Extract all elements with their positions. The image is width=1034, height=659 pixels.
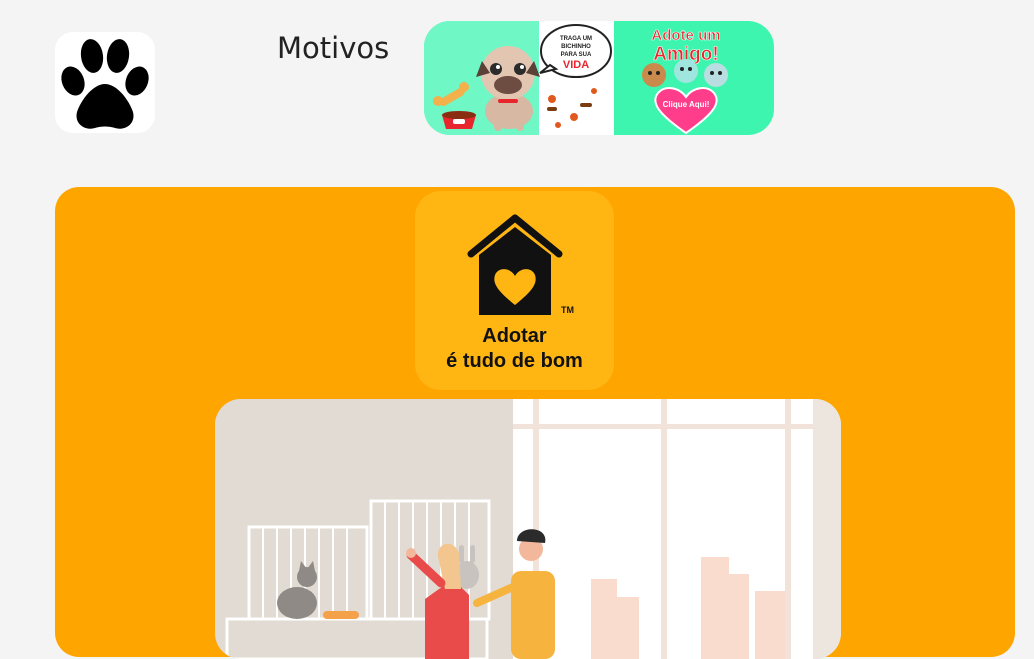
shelter-scene (215, 399, 841, 659)
banner-illustration: TRAGA UM BICHINHO PARA SUA VIDA Adote um… (424, 21, 774, 135)
banner-title-line-1: Adote um (651, 27, 720, 44)
adoption-card: TM Adotar é tudo de bom (55, 187, 1015, 659)
banner-cta: Clique Aqui! (663, 100, 710, 109)
speech-line-1: TRAGA UM (560, 36, 592, 42)
animal-heads (642, 59, 728, 87)
paw-icon (55, 32, 155, 133)
trademark-mark: TM (561, 305, 574, 315)
speech-line-2: BICHINHO (561, 44, 591, 50)
paw-logo-link[interactable] (55, 32, 155, 133)
speech-line-4: VIDA (563, 59, 589, 71)
food-bowl-icon (442, 111, 476, 129)
adopt-line-2: é tudo de bom (446, 350, 583, 372)
shelter-illustration (215, 399, 841, 659)
speech-bubble: TRAGA UM BICHINHO PARA SUA VIDA (539, 24, 612, 78)
adopt-line-1: Adotar (482, 325, 547, 347)
nav-link-motivos[interactable]: Motivos (277, 31, 389, 65)
adopt-logo: TM Adotar é tudo de bom (415, 191, 614, 390)
adopt-friend-banner[interactable]: TRAGA UM BICHINHO PARA SUA VIDA Adote um… (424, 21, 774, 135)
speech-line-3: PARA SUA (561, 52, 592, 58)
